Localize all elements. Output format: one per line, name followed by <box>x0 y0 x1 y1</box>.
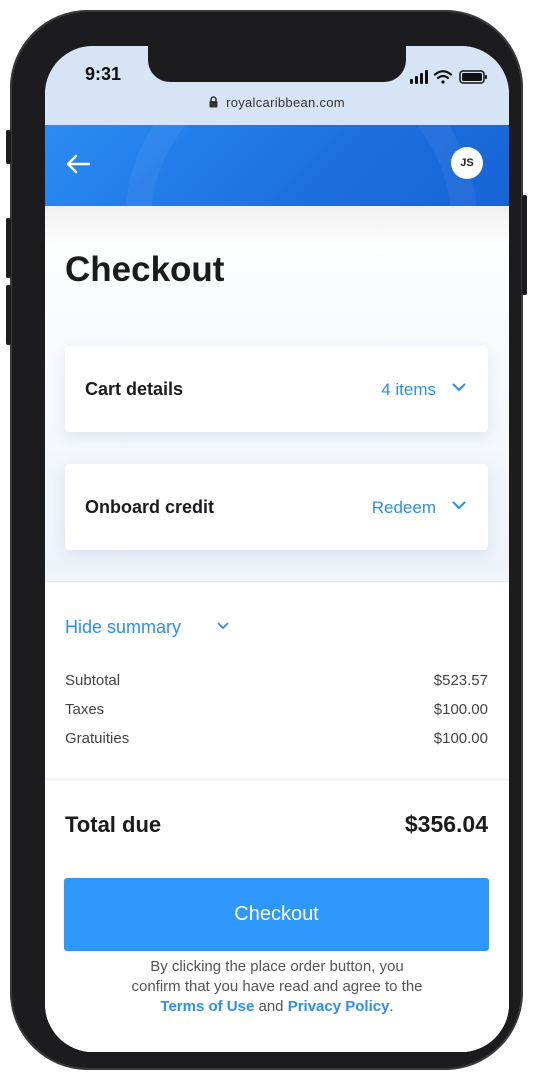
onboard-credit-card[interactable]: Onboard credit Redeem <box>65 464 488 550</box>
row-label: Gratuities <box>65 730 130 747</box>
summary-row-subtotal: Subtotal $523.57 <box>65 672 488 689</box>
volume-down-button <box>6 285 11 345</box>
summary-row-taxes: Taxes $100.00 <box>65 701 488 718</box>
signal-icon <box>410 70 428 84</box>
status-icons <box>410 70 487 84</box>
privacy-policy-link[interactable]: Privacy Policy <box>288 998 390 1015</box>
wifi-icon <box>433 70 453 84</box>
row-value: $100.00 <box>433 701 488 718</box>
notch <box>148 46 406 82</box>
phone-frame: 9:31 royalcaribbean.com JS Checkout Cart… <box>10 10 523 1070</box>
back-arrow-icon[interactable] <box>63 149 93 179</box>
header-decoration <box>125 125 477 206</box>
legal-and: and <box>258 998 284 1015</box>
cart-details-card[interactable]: Cart details 4 items <box>65 346 488 432</box>
lock-icon <box>209 96 218 108</box>
power-button <box>522 195 527 295</box>
order-summary: Hide summary Subtotal $523.57 Taxes $100… <box>45 581 509 778</box>
chevron-down-icon <box>452 501 466 509</box>
checkout-button[interactable]: Checkout <box>64 878 489 951</box>
onboard-credit-label: Onboard credit <box>85 497 215 517</box>
hide-summary-toggle[interactable]: Hide summary <box>65 617 181 638</box>
status-bar: 9:31 royalcaribbean.com <box>45 46 509 126</box>
mute-switch <box>6 130 11 164</box>
screen: 9:31 royalcaribbean.com JS Checkout Cart… <box>45 46 509 1052</box>
row-label: Subtotal <box>65 672 121 689</box>
row-value: $100.00 <box>433 730 488 747</box>
legal-line-2: confirm that you have read and agree to … <box>131 978 423 995</box>
total-due-label: Total due <box>65 812 162 837</box>
avatar[interactable]: JS <box>451 147 483 179</box>
legal-line-1: By clicking the place order button, you <box>150 958 404 975</box>
cart-details-label: Cart details <box>85 379 184 399</box>
terms-of-use-link[interactable]: Terms of Use <box>160 998 254 1015</box>
total-section: Total due $356.04 Checkout By clicking t… <box>45 781 509 1052</box>
chevron-down-icon[interactable] <box>217 622 229 630</box>
header-shadow <box>45 206 509 246</box>
app-header: JS <box>45 125 509 206</box>
row-value: $523.57 <box>433 672 488 689</box>
redeem-link: Redeem <box>371 498 436 517</box>
summary-row-gratuities: Gratuities $100.00 <box>65 730 488 747</box>
checkout-content: Checkout Cart details 4 items Onboard cr… <box>45 206 509 1052</box>
row-label: Taxes <box>65 701 105 718</box>
total-due-amount: $356.04 <box>404 811 488 837</box>
url-bar[interactable]: royalcaribbean.com <box>45 95 509 110</box>
cart-items-count: 4 items <box>381 380 436 399</box>
chevron-down-icon <box>452 383 466 391</box>
battery-icon <box>459 70 487 84</box>
legal-period: . <box>389 998 394 1015</box>
volume-up-button <box>6 218 11 278</box>
legal-text: By clicking the place order button, you … <box>85 957 469 1017</box>
page-title: Checkout <box>65 250 225 289</box>
url-text: royalcaribbean.com <box>226 95 345 110</box>
status-time: 9:31 <box>85 64 122 84</box>
